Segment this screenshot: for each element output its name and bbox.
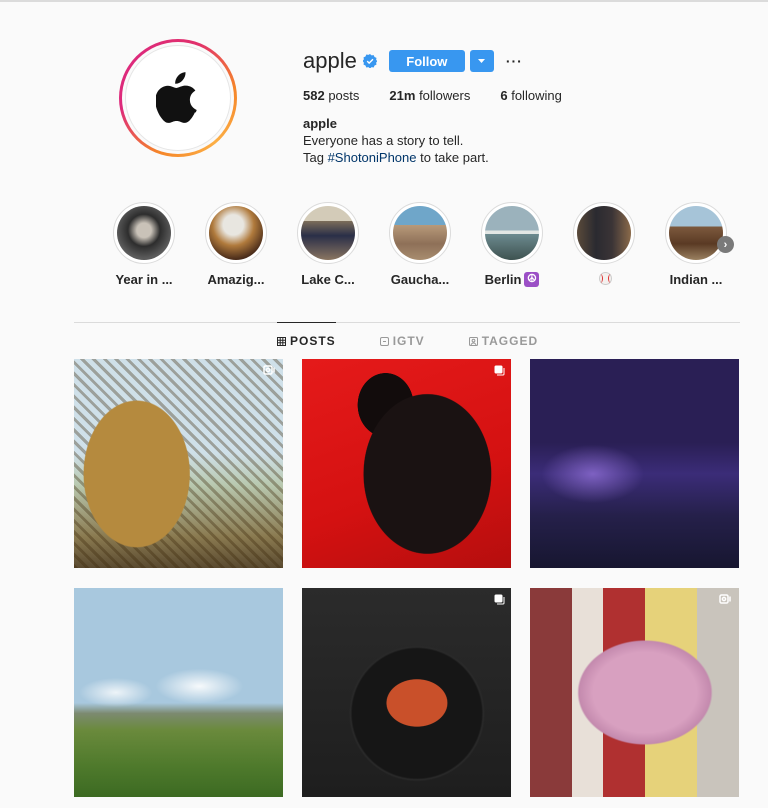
highlight-label: Indian ...	[669, 272, 723, 287]
tab-tagged[interactable]: TAGGED	[468, 334, 538, 348]
apple-logo-icon	[156, 72, 197, 123]
bio-name: apple	[303, 116, 337, 131]
highlight-label: Lake C...	[301, 272, 355, 287]
story-highlights: Year in ... Amazig... Lake C... Gaucha..…	[98, 202, 742, 287]
bio-line-1: Everyone has a story to tell.	[303, 133, 464, 148]
profile-bio: apple Everyone has a story to tell. Tag …	[303, 115, 723, 166]
igtv-icon	[379, 336, 389, 346]
tab-igtv[interactable]: IGTV	[379, 334, 425, 348]
tagged-icon	[468, 336, 478, 346]
more-options-button[interactable]: ···	[506, 54, 523, 68]
post-thumbnail[interactable]	[530, 588, 739, 797]
highlight-label: Amazig...	[207, 272, 265, 287]
carousel-icon	[494, 594, 505, 605]
grid-icon	[277, 336, 286, 346]
highlights-next-button[interactable]: ›	[717, 236, 734, 253]
video-icon	[263, 365, 275, 375]
suggested-dropdown-button[interactable]	[469, 50, 494, 72]
tabs-divider	[74, 322, 740, 323]
highlight-thumbnail	[577, 206, 631, 260]
highlight-item[interactable]	[558, 202, 650, 287]
caret-down-icon	[478, 59, 486, 63]
post-thumbnail[interactable]	[302, 359, 511, 568]
baseball-icon	[599, 272, 612, 285]
tab-posts[interactable]: POSTS	[277, 334, 336, 348]
highlight-label: Year in ...	[115, 272, 173, 287]
following-stat[interactable]: 6 following	[500, 88, 561, 103]
highlight-label: Berlin ☮	[485, 272, 540, 287]
chevron-right-icon: ›	[723, 238, 728, 251]
active-tab-indicator	[277, 322, 336, 323]
highlight-label: Gaucha...	[390, 272, 450, 287]
highlight-label	[596, 272, 612, 285]
highlight-thumbnail	[117, 206, 171, 260]
profile-tabs: POSTS IGTV TAGGED	[277, 334, 582, 348]
follow-button[interactable]: Follow	[388, 50, 465, 72]
username: apple	[303, 48, 357, 73]
highlight-thumbnail	[209, 206, 263, 260]
highlight-thumbnail	[485, 206, 539, 260]
highlight-item[interactable]: Berlin ☮	[466, 202, 558, 287]
highlight-item[interactable]: Gaucha...	[374, 202, 466, 287]
post-thumbnail[interactable]	[74, 588, 283, 797]
profile-avatar[interactable]	[119, 39, 237, 157]
posts-stat: 582 posts	[303, 88, 360, 103]
highlight-item[interactable]: Amazig...	[190, 202, 282, 287]
bio-line-2: Tag #ShotoniPhone to take part.	[303, 150, 489, 165]
highlight-item[interactable]: Year in ...	[98, 202, 190, 287]
carousel-icon	[494, 365, 505, 376]
post-thumbnail[interactable]	[302, 588, 511, 797]
profile-header: apple Follow ··· 582 posts 21m followers…	[303, 46, 723, 166]
video-icon	[719, 594, 731, 604]
hashtag-link[interactable]: #ShotoniPhone	[328, 150, 417, 165]
followers-stat[interactable]: 21m followers	[389, 88, 470, 103]
highlight-thumbnail	[669, 206, 723, 260]
peace-symbol-icon: ☮	[524, 272, 540, 287]
profile-stats: 582 posts 21m followers 6 following	[303, 88, 723, 103]
verified-badge-icon	[362, 54, 377, 68]
post-thumbnail[interactable]	[74, 359, 283, 568]
post-thumbnail[interactable]	[530, 359, 739, 568]
highlight-thumbnail	[301, 206, 355, 260]
highlight-thumbnail	[393, 206, 447, 260]
highlight-item[interactable]: Lake C...	[282, 202, 374, 287]
